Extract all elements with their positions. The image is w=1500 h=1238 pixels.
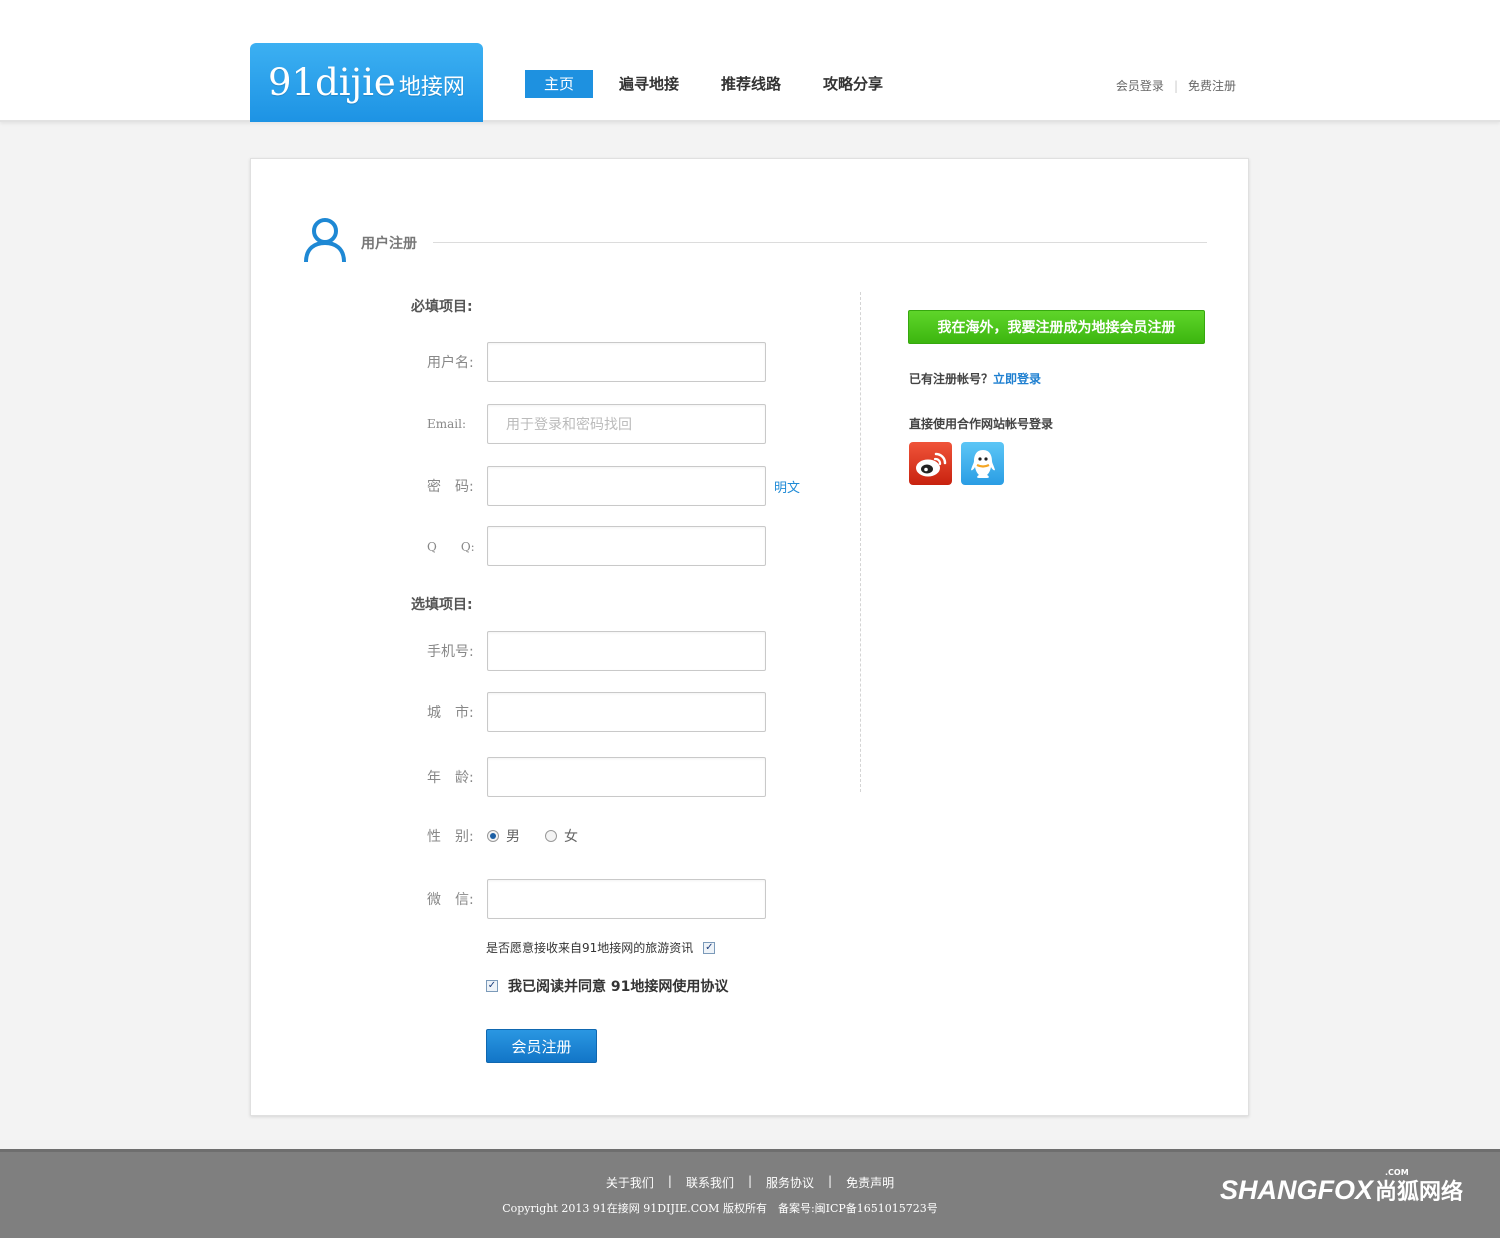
section-divider <box>433 242 1207 243</box>
password-label: 密 码: <box>427 479 474 495</box>
gender-row: 性 别: 男 女 <box>427 816 603 856</box>
qq-login-button[interactable] <box>961 442 1004 485</box>
wechat-label: 微 信: <box>427 892 474 908</box>
footer-link-disclaimer[interactable]: 免责声明 <box>846 1174 894 1191</box>
gender-male-radio[interactable] <box>487 830 499 842</box>
nav-item-recommended-routes[interactable]: 推荐线路 <box>721 70 781 98</box>
logo-text-cn: 地接网 <box>398 74 465 100</box>
weibo-icon <box>915 452 946 476</box>
register-submit-button[interactable]: 会员注册 <box>486 1029 597 1063</box>
weibo-login-button[interactable] <box>909 442 952 485</box>
age-row: 年 龄: <box>427 757 766 797</box>
section-title: 用户注册 <box>361 236 417 252</box>
gender-male-label: 男 <box>506 829 520 845</box>
login-now-link[interactable]: 立即登录 <box>993 372 1041 386</box>
partner-login-title: 直接使用合作网站帐号登录 <box>909 417 1054 431</box>
site-footer: 关于我们 | 联系我们 | 服务协议 | 免责声明 Copyright 2013… <box>0 1149 1500 1238</box>
phone-input[interactable] <box>487 631 766 671</box>
footer-link-about[interactable]: 关于我们 <box>606 1174 654 1191</box>
email-input[interactable]: 用于登录和密码找回 <box>487 404 766 444</box>
shangfox-logo: SHANGFOX尚狐网络 .COM <box>1220 1168 1464 1206</box>
gender-label: 性 别: <box>427 829 474 845</box>
agreement-label[interactable]: 我已阅读并同意 91地接网使用协议 <box>508 976 728 996</box>
gender-radio-group: 男 女 <box>487 826 603 846</box>
gender-option-male[interactable]: 男 <box>487 826 520 846</box>
qq-icon <box>970 449 995 478</box>
nav-item-guides-share[interactable]: 攻略分享 <box>823 70 883 98</box>
newsletter-checkbox[interactable]: ✓ <box>703 941 716 954</box>
logo-text-en: 91dijie <box>268 61 396 104</box>
footer-separator: | <box>828 1174 833 1188</box>
newsletter-option: 是否愿意接收来自91地接网的旅游资讯 ✓ <box>486 939 716 956</box>
main-nav: 主页 遍寻地接 推荐线路 攻略分享 <box>525 70 925 98</box>
nav-item-home[interactable]: 主页 <box>525 70 594 98</box>
qq-row: Q Q: <box>427 526 766 566</box>
brand-text-cn: 尚狐网络 <box>1375 1180 1464 1205</box>
top-links-separator: | <box>1173 78 1178 93</box>
column-divider <box>860 292 861 792</box>
brand-text-en: SHANGFOX <box>1220 1175 1374 1205</box>
overseas-register-button[interactable]: 我在海外，我要注册成为地接会员注册 <box>908 310 1205 344</box>
nav-item-find-guides[interactable]: 遍寻地接 <box>619 70 679 98</box>
section-header: 用户注册 <box>303 216 1207 266</box>
city-label: 城 市: <box>427 705 474 721</box>
top-links: 会员登录 | 免费注册 <box>1116 77 1236 94</box>
city-input[interactable] <box>487 692 766 732</box>
registration-card: 用户注册 必填项目: 用户名: Email: 用于登录和密码找回 密 码: 明文… <box>250 158 1249 1116</box>
login-link[interactable]: 会员登录 <box>1116 77 1164 94</box>
username-input[interactable] <box>487 342 766 382</box>
register-link[interactable]: 免费注册 <box>1188 77 1236 94</box>
username-row: 用户名: <box>427 342 766 382</box>
required-title: 必填项目: <box>411 299 473 315</box>
has-account-label: 已有注册帐号？ <box>909 372 994 386</box>
email-label: Email: <box>427 417 467 431</box>
email-row: Email: 用于登录和密码找回 <box>427 404 766 444</box>
gender-female-label: 女 <box>564 829 578 845</box>
brand-text-com: .COM <box>1385 1168 1409 1177</box>
qq-label: Q Q: <box>427 539 475 554</box>
site-header: 91dijie 地接网 主页 遍寻地接 推荐线路 攻略分享 会员登录 | 免费注… <box>0 0 1500 122</box>
footer-separator: | <box>747 1174 753 1188</box>
wechat-row: 微 信: <box>427 879 766 919</box>
wechat-input[interactable] <box>487 879 766 919</box>
phone-row: 手机号: <box>427 631 766 671</box>
site-logo[interactable]: 91dijie 地接网 <box>250 43 483 122</box>
password-row: 密 码: 明文 <box>427 466 800 506</box>
has-account-text: 已有注册帐号？立即登录 <box>909 370 1041 387</box>
show-password-toggle[interactable]: 明文 <box>774 477 800 496</box>
optional-title: 选填项目: <box>411 597 473 613</box>
username-label: 用户名: <box>427 355 474 371</box>
age-label: 年 龄: <box>427 770 474 786</box>
gender-option-female[interactable]: 女 <box>545 826 578 846</box>
password-input[interactable] <box>487 466 766 506</box>
user-icon <box>304 218 346 263</box>
age-input[interactable] <box>487 757 766 797</box>
phone-label: 手机号: <box>427 644 474 660</box>
footer-link-terms[interactable]: 服务协议 <box>766 1174 814 1191</box>
footer-separator: | <box>667 1174 672 1188</box>
newsletter-label: 是否愿意接收来自91地接网的旅游资讯 <box>486 941 694 955</box>
city-row: 城 市: <box>427 692 766 732</box>
qq-input[interactable] <box>487 526 766 566</box>
agreement-option: ✓ 我已阅读并同意 91地接网使用协议 <box>486 976 728 996</box>
agreement-checkbox[interactable]: ✓ <box>486 980 498 992</box>
gender-female-radio[interactable] <box>545 830 557 842</box>
footer-link-contact[interactable]: 联系我们 <box>686 1174 734 1191</box>
